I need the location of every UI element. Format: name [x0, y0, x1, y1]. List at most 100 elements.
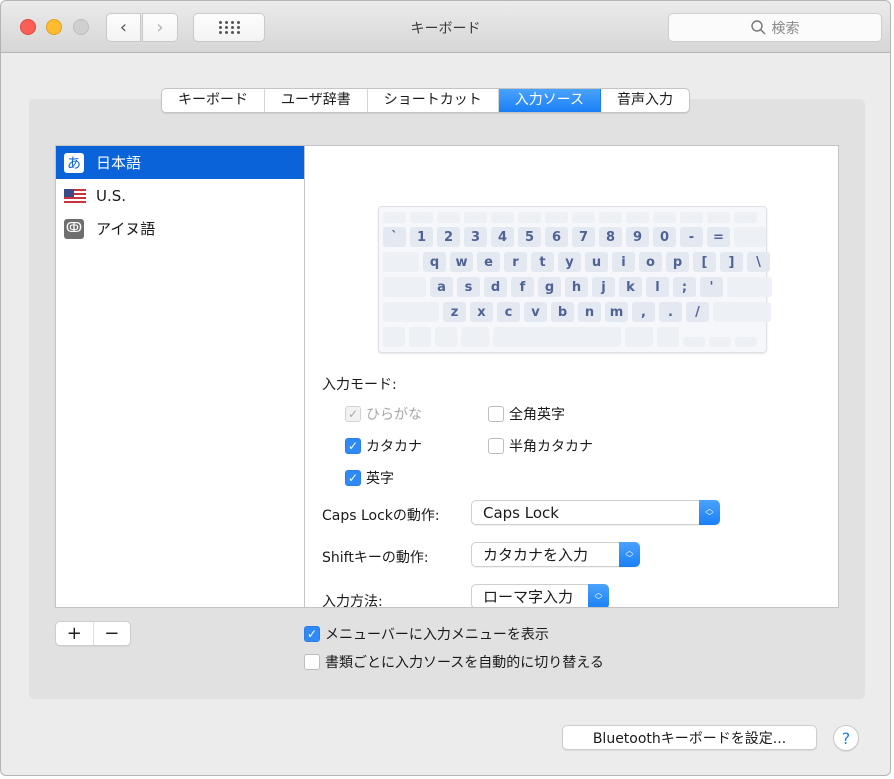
popup-value: ローマ字入力 [483, 588, 574, 606]
caps-lock-popup[interactable]: Caps Lock ︿ ﹀ [471, 500, 720, 525]
key-cap: f [511, 277, 534, 297]
key-cap: z [443, 302, 466, 322]
key-cap: 4 [491, 227, 514, 247]
key-cap: s [457, 277, 480, 297]
checkmark-icon[interactable]: ✓ [345, 470, 361, 486]
key-cap: 8 [599, 227, 622, 247]
input-mode-label: 入力モード: [322, 377, 397, 393]
mode-halfwidth-katakana-checkbox[interactable]: 半角カタカナ [488, 436, 593, 456]
tab-user-dictionary[interactable]: ユーザ辞書 [265, 89, 368, 112]
checkbox-label: 半角カタカナ [509, 439, 593, 455]
key-cap: / [686, 302, 709, 322]
input-method-popup[interactable]: ローマ字入力 ︿ ﹀ [471, 584, 609, 607]
updown-arrows-icon: ︿ ﹀ [588, 584, 609, 607]
list-item-us[interactable]: U.S. [56, 179, 304, 212]
search-icon [750, 20, 766, 35]
number-key-row: ` 1 2 3 4 5 6 7 8 9 0- = [383, 227, 766, 247]
key-cap: [ [693, 252, 716, 272]
us-flag-icon [64, 188, 86, 203]
key-cap: , [632, 302, 655, 322]
checkmark-icon: ✓ [345, 406, 361, 422]
popup-value: カタカナを入力 [483, 546, 589, 564]
input-source-list: あ 日本語 U.S. ↂ アイヌ語 [55, 145, 304, 608]
key-cap: 0 [653, 227, 676, 247]
key-cap: h [565, 277, 588, 297]
help-button[interactable]: ? [833, 725, 859, 751]
key-cap: a [430, 277, 453, 297]
tab-bar: キーボード ユーザ辞書 ショートカット 入力ソース 音声入力 [161, 88, 691, 113]
checkbox-box[interactable] [304, 654, 320, 670]
checkbox-box[interactable] [488, 406, 504, 422]
key-cap: 6 [545, 227, 568, 247]
checkmark-icon[interactable]: ✓ [345, 438, 361, 454]
key-cap: 2 [437, 227, 460, 247]
home-key-row: a s d f g h j k l; ' [383, 277, 772, 297]
key-cap: t [531, 252, 554, 272]
tab-shortcuts[interactable]: ショートカット [368, 89, 499, 112]
caps-lock-label: Caps Lockの動作: [322, 508, 440, 524]
modifier-key-row [383, 327, 762, 347]
key-cap: o [639, 252, 662, 272]
ainu-icon: ↂ [64, 218, 84, 239]
popup-value: Caps Lock [483, 503, 559, 522]
add-source-button[interactable]: + [56, 622, 94, 645]
key-cap: g [538, 277, 561, 297]
qwerty-key-row: q w e r t y u i o p[] \ [383, 252, 770, 272]
auto-switch-source-checkbox[interactable]: 書類ごとに入力ソースを自動的に切り替える [304, 652, 604, 672]
key-cap: . [659, 302, 682, 322]
shift-key-popup[interactable]: カタカナを入力 ︿ ﹀ [471, 542, 640, 567]
key-cap: c [497, 302, 520, 322]
checkbox-label: ひらがな [366, 407, 422, 423]
key-cap: \ [747, 252, 770, 272]
preferences-window: ‹ › キーボード 検索 キーボード ユーザ辞書 ショートカット 入力ソース 音… [0, 0, 891, 776]
key-cap: - [680, 227, 703, 247]
setup-bluetooth-keyboard-button[interactable]: Bluetoothキーボードを設定... [562, 725, 817, 750]
input-source-detail: ` 1 2 3 4 5 6 7 8 9 0- = q w e r t y u i o p[] \ a s d f g h j k l; ' … [304, 145, 839, 608]
key-cap: = [707, 227, 730, 247]
key-cap: ; [673, 277, 696, 297]
key-cap: b [551, 302, 574, 322]
checkbox-label: メニューバーに入力メニューを表示 [325, 627, 549, 643]
key-cap: ] [720, 252, 743, 272]
key-cap: p [666, 252, 689, 272]
key-cap: 1 [410, 227, 433, 247]
question-mark-icon: ? [841, 728, 851, 748]
updown-arrows-icon: ︿ ﹀ [619, 542, 640, 567]
title-bar: ‹ › キーボード 検索 [1, 1, 890, 53]
list-item-label: U.S. [96, 186, 127, 205]
key-cap: r [504, 252, 527, 272]
blank-key [383, 252, 419, 272]
key-cap: k [619, 277, 642, 297]
checkmark-icon[interactable]: ✓ [304, 626, 320, 642]
key-cap: 5 [518, 227, 541, 247]
key-cap: e [477, 252, 500, 272]
tab-dictation[interactable]: 音声入力 [601, 89, 689, 112]
tab-keyboard[interactable]: キーボード [162, 89, 265, 112]
key-cap: ` [383, 227, 406, 247]
mode-fullwidth-roman-checkbox[interactable]: 全角英字 [488, 404, 565, 424]
search-field[interactable]: 検索 [668, 13, 882, 42]
checkbox-label: 英字 [366, 471, 394, 487]
key-cap: w [450, 252, 473, 272]
tab-input-sources[interactable]: 入力ソース [498, 89, 602, 112]
mode-roman-checkbox[interactable]: ✓ 英字 [345, 468, 394, 488]
remove-source-button[interactable]: − [94, 622, 131, 645]
mode-katakana-checkbox[interactable]: ✓ カタカナ [345, 436, 422, 456]
input-method-label: 入力方法: [322, 594, 383, 608]
checkbox-label: 全角英字 [509, 407, 565, 423]
updown-arrows-icon: ︿ ﹀ [699, 500, 720, 525]
show-input-menu-checkbox[interactable]: ✓ メニューバーに入力メニューを表示 [304, 624, 549, 644]
blank-key [727, 277, 772, 297]
key-cap: m [605, 302, 628, 322]
shift-key-label: Shiftキーの動作: [322, 550, 429, 566]
key-cap: v [524, 302, 547, 322]
key-cap: ' [700, 277, 723, 297]
checkbox-box[interactable] [488, 438, 504, 454]
function-key-row [383, 212, 762, 223]
list-item-japanese[interactable]: あ 日本語 [56, 146, 304, 179]
add-remove-control: + − [55, 621, 131, 646]
key-cap: 3 [464, 227, 487, 247]
list-item-ainu[interactable]: ↂ アイヌ語 [56, 212, 304, 245]
list-item-label: アイヌ語 [96, 220, 156, 238]
key-cap: d [484, 277, 507, 297]
